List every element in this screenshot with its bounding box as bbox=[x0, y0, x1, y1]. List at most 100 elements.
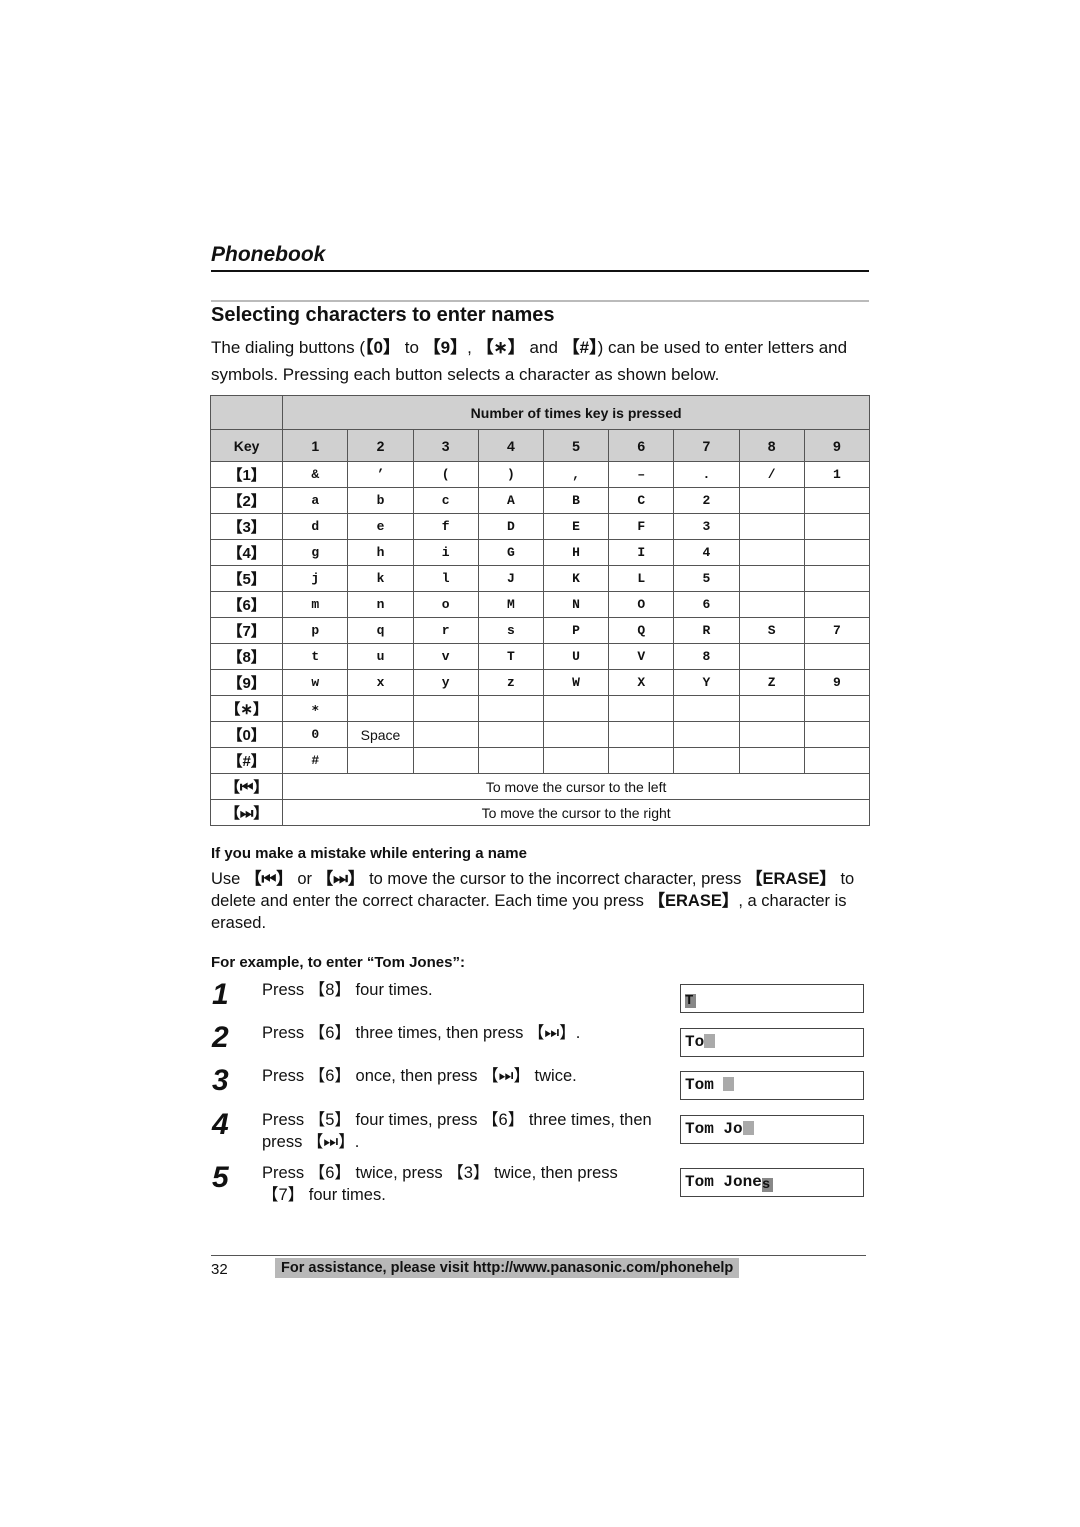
press-count-group-header: Number of times key is pressed bbox=[282, 395, 870, 430]
erase-key: 【ERASE】 bbox=[746, 870, 836, 888]
character-cell: , bbox=[542, 461, 610, 488]
mistake-text: or bbox=[292, 870, 317, 888]
character-cell bbox=[738, 695, 805, 722]
character-cell bbox=[738, 487, 805, 514]
character-cell: x bbox=[347, 669, 414, 696]
character-cell bbox=[803, 513, 871, 540]
press-count-header: 7 bbox=[673, 429, 740, 462]
character-cell: u bbox=[347, 643, 414, 670]
skip-forward-key: 【⏭】 bbox=[316, 870, 365, 888]
step-instruction: Press 【6】 three times, then press 【⏭】. bbox=[262, 1024, 581, 1042]
character-cell: o bbox=[412, 591, 479, 618]
key-cell: 【0】 bbox=[209, 721, 284, 748]
character-cell: 3 bbox=[673, 513, 740, 540]
press-count-header: 6 bbox=[608, 429, 675, 462]
table-row: 【2】 a b c A B C 2 bbox=[209, 487, 871, 514]
footer-divider bbox=[211, 1255, 866, 1256]
cursor-icon: s bbox=[761, 1178, 773, 1192]
page-heading: Selecting characters to enter names bbox=[211, 304, 555, 326]
character-cell bbox=[738, 721, 805, 748]
character-cell: h bbox=[347, 539, 414, 566]
press-count-header: 4 bbox=[477, 429, 544, 462]
character-cell: ∗ bbox=[282, 695, 349, 722]
character-cell: B bbox=[542, 487, 610, 514]
key-9: 【9】 bbox=[423, 338, 468, 357]
mistake-paragraph: Use 【⏮】 or 【⏭】 to move the cursor to the… bbox=[211, 868, 876, 934]
character-cell bbox=[542, 721, 610, 748]
character-cell bbox=[803, 565, 871, 592]
character-cell: t bbox=[282, 643, 349, 670]
character-cell: E bbox=[542, 513, 610, 540]
erase-key: 【ERASE】 bbox=[648, 892, 739, 910]
table-corner-cell bbox=[209, 395, 284, 430]
character-cell: & bbox=[282, 461, 349, 488]
key-column-header: Key bbox=[209, 429, 284, 462]
character-cell bbox=[673, 695, 740, 722]
character-cell: l bbox=[412, 565, 479, 592]
table-row: 【5】 j k l J K L 5 bbox=[209, 565, 871, 592]
character-cell: D bbox=[477, 513, 544, 540]
character-cell: b bbox=[347, 487, 414, 514]
character-cell bbox=[803, 487, 871, 514]
key-cell: 【∗】 bbox=[209, 695, 284, 722]
character-cell bbox=[608, 747, 675, 774]
step-number: 5 bbox=[212, 1161, 229, 1194]
character-cell bbox=[738, 591, 805, 618]
character-cell: X bbox=[608, 669, 675, 696]
character-cell: . bbox=[673, 461, 740, 488]
key-cell: 【3】 bbox=[209, 513, 284, 540]
key-cell: 【6】 bbox=[209, 591, 284, 618]
character-cell: R bbox=[673, 617, 740, 644]
table-row: 【6】 m n o M N O 6 bbox=[209, 591, 871, 618]
character-cell: C bbox=[608, 487, 675, 514]
character-cell: J bbox=[477, 565, 544, 592]
table-row: 【7】 p q r s P Q R S 7 bbox=[209, 617, 871, 644]
display-text: Tom bbox=[685, 1076, 724, 1094]
character-cell: y bbox=[412, 669, 479, 696]
character-cell: 7 bbox=[803, 617, 871, 644]
character-cell bbox=[803, 591, 871, 618]
intro-paragraph: The dialing buttons (【0】 to 【9】, 【∗】 and… bbox=[211, 334, 871, 388]
character-cell bbox=[608, 695, 675, 722]
character-table: Number of times key is pressed Key 12345… bbox=[209, 395, 871, 826]
character-cell bbox=[347, 747, 414, 774]
character-cell: w bbox=[282, 669, 349, 696]
character-cell: ) bbox=[477, 461, 544, 488]
table-row: 【8】 t u v T U V 8 bbox=[209, 643, 871, 670]
table-row: 【9】 w x y z W X Y Z 9 bbox=[209, 669, 871, 696]
character-cell bbox=[608, 721, 675, 748]
step-number: 4 bbox=[212, 1108, 229, 1141]
display-preview: Tom Jo bbox=[680, 1115, 864, 1144]
mistake-text: Use bbox=[211, 870, 245, 888]
character-cell: 8 bbox=[673, 643, 740, 670]
character-cell: Y bbox=[673, 669, 740, 696]
help-link-banner[interactable]: For assistance, please visit http://www.… bbox=[275, 1258, 740, 1278]
character-cell bbox=[738, 539, 805, 566]
character-cell bbox=[477, 721, 544, 748]
character-cell: H bbox=[542, 539, 610, 566]
key-cell: 【2】 bbox=[209, 487, 284, 514]
character-cell bbox=[738, 747, 805, 774]
skip-back-icon: 【⏮】 bbox=[209, 773, 284, 800]
character-cell bbox=[803, 695, 871, 722]
table-row: 【0】 0 Space bbox=[209, 721, 871, 748]
character-cell: S bbox=[738, 617, 805, 644]
table-row: 【∗】 ∗ bbox=[209, 695, 871, 722]
character-cell: 4 bbox=[673, 539, 740, 566]
character-cell: F bbox=[608, 513, 675, 540]
page-number: 32 bbox=[211, 1261, 228, 1278]
step-number: 2 bbox=[212, 1021, 229, 1054]
character-cell: m bbox=[282, 591, 349, 618]
press-count-header: 5 bbox=[542, 429, 610, 462]
character-cell: I bbox=[608, 539, 675, 566]
character-cell: k bbox=[347, 565, 414, 592]
step-instruction: Press 【8】 four times. bbox=[262, 981, 433, 999]
character-cell bbox=[803, 721, 871, 748]
character-cell: W bbox=[542, 669, 610, 696]
character-cell: O bbox=[608, 591, 675, 618]
heading-divider bbox=[211, 300, 869, 302]
press-count-header: 9 bbox=[803, 429, 871, 462]
character-cell bbox=[412, 747, 479, 774]
character-cell: j bbox=[282, 565, 349, 592]
key-cell: 【1】 bbox=[209, 461, 284, 488]
